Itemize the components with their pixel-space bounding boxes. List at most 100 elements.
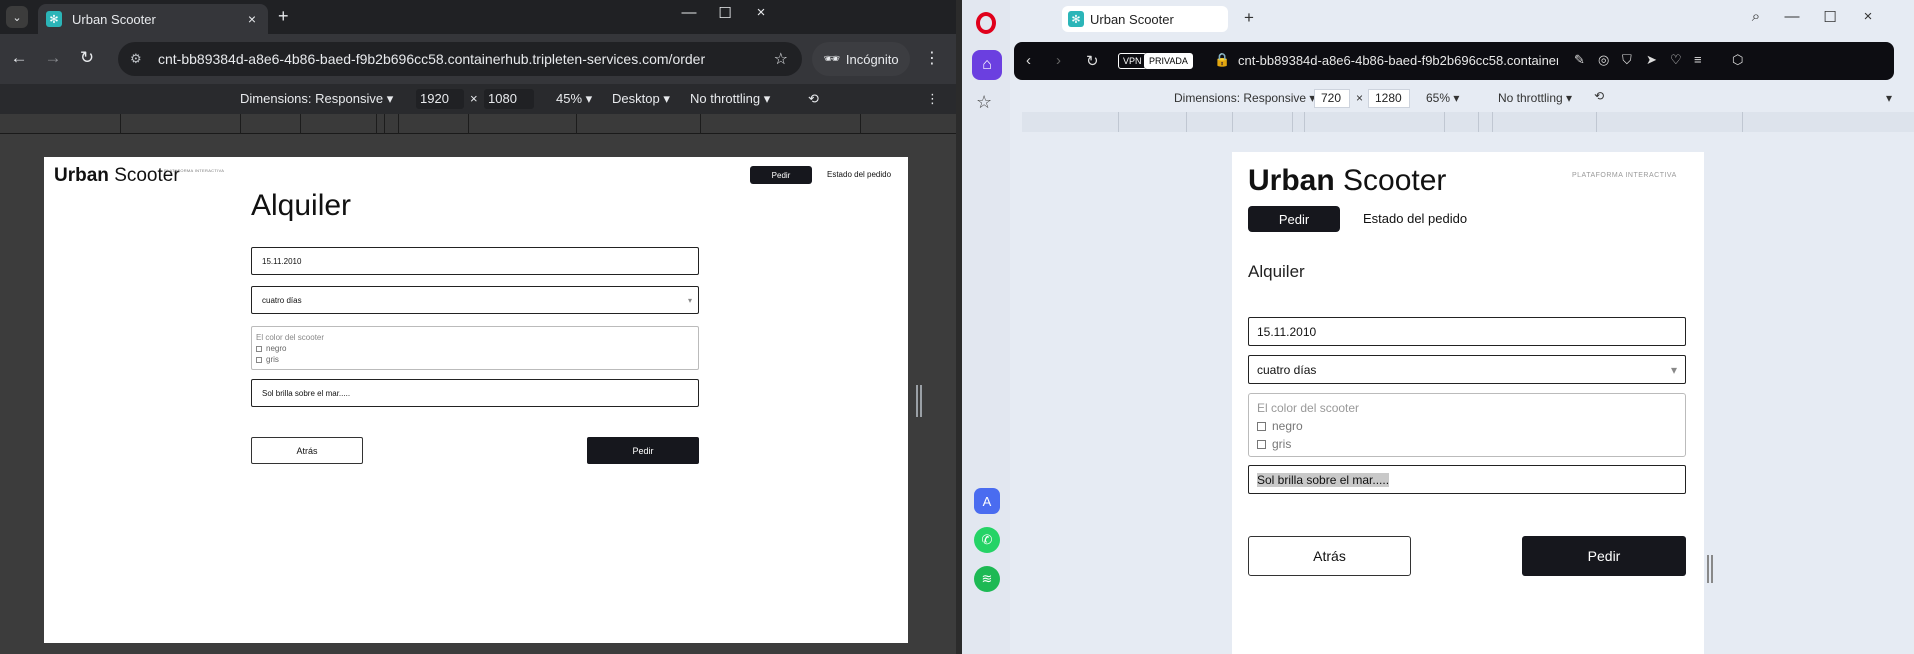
color-option-label: negro (1272, 419, 1303, 433)
url-text[interactable]: cnt-bb89384d-a8e6-4b86-baed-f9b2b696cc58… (1238, 53, 1558, 68)
width-input[interactable]: 720 (1314, 89, 1350, 108)
maximize-icon[interactable]: ☐ (708, 4, 742, 22)
browser-tab[interactable]: ✻ Urban Scooter (1062, 6, 1228, 32)
back-button[interactable]: Atrás (251, 437, 363, 464)
comment-value: Sol brilla sobre el mar..... (262, 388, 351, 398)
forward-icon[interactable]: › (1056, 52, 1061, 69)
new-tab-icon[interactable]: + (1244, 8, 1254, 28)
back-icon[interactable]: ← (8, 48, 30, 68)
height-input[interactable]: 1080 (484, 89, 534, 109)
opera-logo-icon[interactable] (976, 12, 996, 34)
color-checkbox-black[interactable]: negro (1257, 419, 1677, 433)
minimize-icon[interactable]: — (1780, 8, 1804, 25)
color-checkbox-grey[interactable]: gris (256, 355, 694, 364)
order-button[interactable]: Pedir (587, 437, 699, 464)
minimize-icon[interactable]: — (672, 4, 706, 21)
device-select[interactable]: Desktop ▾ (612, 91, 670, 107)
date-field[interactable]: 15.11.2010 (251, 247, 699, 275)
address-bar[interactable]: ⚙ cnt-bb89384d-a8e6-4b86-baed-f9b2b696cc… (118, 42, 802, 76)
comment-field[interactable]: Sol brilla sobre el mar..... (251, 379, 699, 407)
order-status-link[interactable]: Estado del pedido (827, 170, 891, 179)
home-icon[interactable]: ⌂ (972, 50, 1002, 80)
rental-period-select[interactable]: cuatro días ▾ (1248, 355, 1686, 384)
zoom-label: 45% (556, 91, 583, 106)
tab-title: Urban Scooter (72, 11, 156, 27)
vpn-badge[interactable]: VPN (1118, 53, 1147, 69)
edit-icon[interactable]: ✎ (1574, 52, 1585, 68)
rental-period-select[interactable]: cuatro días ▾ (251, 286, 699, 314)
period-value: cuatro días (262, 295, 302, 305)
reload-icon[interactable]: ↻ (76, 48, 98, 68)
incognito-label: Incógnito (845, 51, 899, 67)
spotify-icon[interactable]: ≋ (974, 566, 1000, 592)
height-input[interactable]: 1280 (1368, 89, 1410, 108)
heart-icon[interactable]: ♡ (1670, 52, 1682, 68)
zoom-select[interactable]: 65% ▾ (1426, 91, 1459, 105)
shield-icon[interactable]: ⛉ (1622, 52, 1632, 68)
throttling-label: No throttling (690, 91, 761, 106)
rotate-icon[interactable]: ⟲ (1594, 89, 1604, 103)
chevron-down-icon: ▾ (687, 295, 692, 305)
dimensions-select[interactable]: Dimensions: Responsive ▾ (240, 91, 393, 107)
devbar-menu-icon[interactable]: ▾ (1886, 91, 1892, 105)
whatsapp-icon[interactable]: ✆ (974, 527, 1000, 553)
color-checkbox-black[interactable]: negro (256, 344, 694, 353)
forward-icon[interactable]: → (42, 48, 64, 68)
chrome-menu-icon[interactable]: ⋮ (924, 48, 940, 68)
bookmark-star-icon[interactable]: ☆ (774, 49, 788, 69)
send-icon[interactable]: ➤ (1646, 52, 1657, 68)
viewport-resize-handle[interactable] (1707, 555, 1713, 583)
incognito-badge[interactable]: 🕶 Incógnito (812, 42, 910, 76)
throttling-select[interactable]: No throttling ▾ (1498, 91, 1572, 105)
tab-title: Urban Scooter (1090, 11, 1174, 27)
zoom-select[interactable]: 45% ▾ (556, 91, 592, 107)
date-value: 15.11.2010 (262, 256, 302, 266)
maximize-icon[interactable]: ☐ (1818, 8, 1842, 26)
viewport-resize-handle[interactable] (916, 385, 922, 417)
page-title: Alquiler (251, 189, 352, 222)
camera-icon[interactable]: ◎ (1598, 52, 1609, 68)
tab-search-icon[interactable]: ⌄ (6, 6, 28, 28)
new-tab-icon[interactable]: + (278, 6, 289, 27)
color-checkbox-grey[interactable]: gris (1257, 437, 1677, 451)
devbar-menu-icon[interactable]: ⋮ (926, 91, 939, 107)
throttling-select[interactable]: No throttling ▾ (690, 91, 770, 107)
logo[interactable]: Urban Scooter (54, 165, 180, 187)
toolbar: ← → ↻ ⚙ cnt-bb89384d-a8e6-4b86-baed-f9b2… (0, 34, 956, 84)
url-text[interactable]: cnt-bb89384d-a8e6-4b86-baed-f9b2b696cc58… (158, 51, 774, 67)
logo[interactable]: Urban Scooter (1248, 164, 1446, 198)
search-tabs-icon[interactable]: ⌕ (1744, 8, 1768, 25)
rotate-icon[interactable]: ⟲ (808, 91, 819, 107)
bookmarks-star-icon[interactable]: ☆ (976, 92, 992, 113)
order-status-link[interactable]: Estado del pedido (1363, 211, 1467, 226)
window-close-icon[interactable]: × (744, 4, 778, 21)
media-query-ruler (0, 114, 956, 134)
extensions-icon[interactable]: ⬡ (1732, 52, 1743, 68)
window-close-icon[interactable]: × (1856, 8, 1880, 25)
settings-menu-icon[interactable]: ≡ (1694, 52, 1702, 67)
dimensions-select[interactable]: Dimensions: Responsive ▾ (1174, 91, 1315, 105)
back-button[interactable]: Atrás (1248, 536, 1411, 576)
logo-bold: Urban (1248, 164, 1335, 197)
date-field[interactable]: 15.11.2010 (1248, 317, 1686, 346)
color-option-label: gris (1272, 437, 1292, 451)
site-info-icon[interactable]: ⚙ (130, 51, 148, 67)
logo-bold: Urban (54, 165, 109, 186)
reload-icon[interactable]: ↻ (1086, 52, 1099, 70)
width-input[interactable]: 1920 (416, 89, 464, 109)
order-button[interactable]: Pedir (1522, 536, 1686, 576)
device-label: Desktop (612, 91, 660, 106)
aria-icon[interactable]: A (974, 488, 1000, 514)
times-sign: × (470, 91, 478, 106)
throttling-label: No throttling (1498, 91, 1563, 105)
lock-icon[interactable]: 🔒 (1214, 52, 1230, 68)
header-order-button[interactable]: Pedir (1248, 206, 1340, 232)
opera-page-viewport: Urban Scooter PLATAFORMA INTERACTIVA Ped… (1232, 152, 1704, 654)
comment-field[interactable]: Sol brilla sobre el mar..... (1248, 465, 1686, 494)
header-order-button[interactable]: Pedir (750, 166, 812, 184)
period-value: cuatro días (1257, 362, 1317, 377)
checkbox-icon (256, 356, 262, 363)
browser-tab[interactable]: ✻ Urban Scooter × (38, 4, 268, 34)
back-icon[interactable]: ‹ (1026, 52, 1031, 69)
tab-close-icon[interactable]: × (242, 11, 262, 27)
